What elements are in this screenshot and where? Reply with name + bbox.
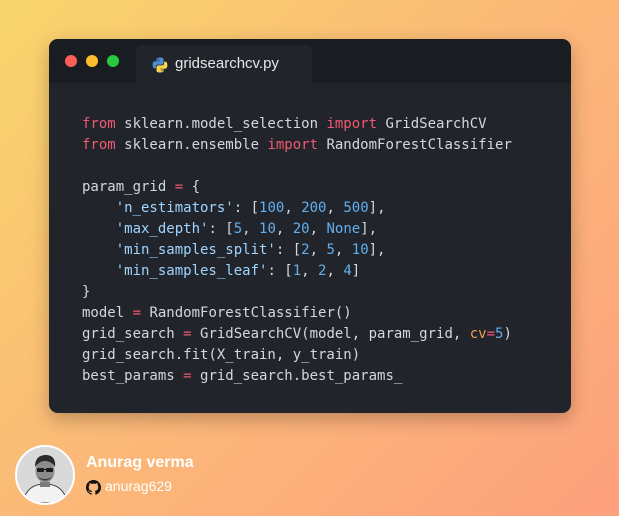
- code-token: 10: [351, 242, 369, 258]
- code-token: : [: [208, 221, 234, 237]
- minimize-button[interactable]: [86, 55, 98, 67]
- code-token: : [: [275, 242, 302, 258]
- code-token: grid_search.fit(X_train, y_train): [82, 347, 361, 363]
- code-token: }: [82, 284, 91, 300]
- code-token: 100: [259, 200, 285, 216]
- code-token: sklearn.ensemble: [115, 137, 268, 153]
- code-token: ,: [326, 200, 344, 216]
- code-token: : [: [267, 263, 293, 279]
- author-handle[interactable]: anurag629: [105, 478, 172, 494]
- code-line: 'n_estimators': [100, 200, 500],: [82, 198, 512, 219]
- code-token: cv: [469, 326, 487, 342]
- code-token: : [: [233, 200, 260, 216]
- code-line: grid_search = GridSearchCV(model, param_…: [82, 324, 512, 345]
- code-token: {: [183, 179, 201, 195]
- code-token: 2: [301, 242, 310, 258]
- code-window: gridsearchcv.py from sklearn.model_selec…: [49, 39, 571, 413]
- code-token: ,: [301, 263, 319, 279]
- code-token: ): [503, 326, 512, 342]
- code-token: =: [132, 305, 142, 321]
- code-token: 'min_samples_split': [115, 242, 276, 258]
- code-line: param_grid = {: [82, 177, 512, 198]
- code-token: 'min_samples_leaf': [115, 263, 268, 279]
- code-token: ,: [284, 200, 302, 216]
- code-line: from sklearn.ensemble import RandomFores…: [82, 135, 512, 156]
- github-icon: [86, 480, 101, 495]
- code-line: from sklearn.model_selection import Grid…: [82, 114, 512, 135]
- code-token: grid_search: [82, 326, 184, 342]
- code-token: ,: [242, 221, 260, 237]
- code-token: best_params: [82, 368, 184, 384]
- code-block: from sklearn.model_selection import Grid…: [82, 114, 512, 387]
- code-token: 20: [292, 221, 310, 237]
- code-token: ],: [360, 221, 378, 237]
- code-token: =: [183, 326, 192, 342]
- code-token: ,: [334, 242, 352, 258]
- maximize-button[interactable]: [107, 55, 119, 67]
- code-line: model = RandomForestClassifier(): [82, 303, 512, 324]
- code-token: GridSearchCV(model, param_grid,: [191, 326, 470, 342]
- code-line: 'max_depth': [5, 10, 20, None],: [82, 219, 512, 240]
- code-token: import: [326, 116, 378, 132]
- code-token: 500: [343, 200, 369, 216]
- code-token: ]: [351, 263, 361, 279]
- code-token: ,: [326, 263, 344, 279]
- code-token: 10: [259, 221, 276, 237]
- code-token: 1: [292, 263, 302, 279]
- code-token: ,: [309, 221, 327, 237]
- code-token: 200: [301, 200, 327, 216]
- code-line: grid_search.fit(X_train, y_train): [82, 345, 512, 366]
- code-token: RandomForestClassifier: [318, 137, 512, 153]
- code-token: GridSearchCV: [377, 116, 487, 132]
- code-token: model: [82, 305, 133, 321]
- code-token: =: [486, 326, 496, 342]
- tab-filename: gridsearchcv.py: [175, 55, 279, 72]
- code-token: =: [174, 179, 184, 195]
- code-line: }: [82, 282, 512, 303]
- author-name: Anurag verma: [86, 454, 194, 471]
- code-line: 'min_samples_leaf': [1, 2, 4]: [82, 261, 512, 282]
- code-token: 4: [343, 263, 352, 279]
- close-button[interactable]: [65, 55, 77, 67]
- code-token: ],: [368, 200, 386, 216]
- code-token: 'n_estimators': [115, 200, 234, 216]
- code-token: 5: [233, 221, 243, 237]
- code-token: grid_search.best_params_: [191, 368, 403, 384]
- avatar: [15, 445, 75, 505]
- code-token: RandomForestClassifier(): [141, 305, 352, 321]
- code-token: from: [82, 137, 116, 153]
- code-token: ],: [368, 242, 386, 258]
- code-token: None: [326, 221, 361, 237]
- code-line: best_params = grid_search.best_params_: [82, 366, 512, 387]
- code-token: =: [183, 368, 192, 384]
- window-titlebar: gridsearchcv.py: [49, 39, 571, 83]
- code-token: from: [82, 116, 116, 132]
- code-token: 'max_depth': [115, 221, 209, 237]
- code-token: ,: [309, 242, 327, 258]
- code-token: import: [267, 137, 319, 153]
- avatar-portrait: [17, 447, 73, 503]
- tab-gridsearchcv[interactable]: gridsearchcv.py: [136, 45, 312, 83]
- code-token: 5: [326, 242, 335, 258]
- code-token: param_grid: [82, 179, 175, 195]
- code-line: 'min_samples_split': [2, 5, 10],: [82, 240, 512, 261]
- python-icon: [152, 57, 168, 73]
- code-token: sklearn.model_selection: [115, 116, 327, 132]
- code-token: ,: [275, 221, 293, 237]
